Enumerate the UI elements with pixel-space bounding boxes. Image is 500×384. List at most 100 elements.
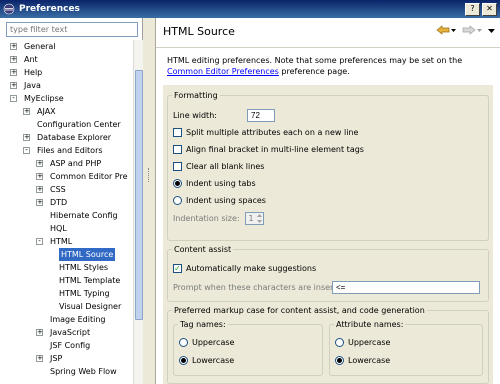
expand-icon[interactable]: + bbox=[36, 186, 43, 193]
attr-uppercase-option[interactable]: Uppercase bbox=[335, 336, 390, 349]
tree-item[interactable]: HTML Template bbox=[0, 274, 133, 287]
indent-tabs-option[interactable]: Indent using tabs bbox=[173, 177, 256, 190]
expand-icon[interactable]: + bbox=[10, 69, 17, 76]
tree-item[interactable]: + ASP and PHP bbox=[0, 157, 133, 170]
close-button[interactable]: ✕ bbox=[482, 2, 497, 16]
expand-icon[interactable]: + bbox=[10, 56, 17, 63]
indentation-size-spinner[interactable]: 1 bbox=[245, 212, 264, 225]
tree-item[interactable]: + Common Editor Pre bbox=[0, 170, 133, 183]
tree-item-label: JSF Config bbox=[50, 341, 91, 350]
window-title: Preferences bbox=[19, 4, 80, 14]
indentation-size-row: Indentation size: 1 bbox=[173, 212, 264, 225]
split-attributes-option[interactable]: Split multiple attributes each on a new … bbox=[173, 126, 358, 139]
radio-dot bbox=[337, 358, 342, 363]
line-width-input[interactable] bbox=[247, 109, 275, 122]
clear-blank-lines-checkbox[interactable] bbox=[173, 162, 182, 171]
tree-item-label: DTD bbox=[50, 198, 68, 207]
tree-item-label: Files and Editors bbox=[37, 146, 103, 155]
tree-item[interactable]: HTML Source bbox=[0, 248, 133, 261]
tree-item[interactable]: HTML Styles bbox=[0, 261, 133, 274]
tag-lowercase-radio[interactable] bbox=[179, 356, 188, 365]
tag-uppercase-option[interactable]: Uppercase bbox=[179, 336, 234, 349]
tree-item[interactable]: HTML Typing bbox=[0, 287, 133, 300]
align-bracket-option[interactable]: Align final bracket in multi-line elemen… bbox=[173, 143, 364, 156]
attr-lowercase-option[interactable]: Lowercase bbox=[335, 354, 390, 367]
tree-item-label: General bbox=[24, 42, 56, 51]
tree-item-label: Spring Web Flow bbox=[50, 367, 117, 376]
tree-item-label: HTML Typing bbox=[59, 289, 110, 298]
line-width-label: Line width: bbox=[173, 111, 217, 120]
description-suffix: preference page. bbox=[278, 67, 350, 76]
tree-item-label: Java bbox=[24, 81, 41, 90]
collapse-icon[interactable]: - bbox=[23, 147, 30, 154]
common-editor-preferences-link[interactable]: Common Editor Preferences bbox=[167, 67, 279, 76]
expand-icon[interactable]: + bbox=[36, 355, 43, 362]
tag-uppercase-radio[interactable] bbox=[179, 338, 188, 347]
tree-item[interactable]: + AJAX bbox=[0, 105, 133, 118]
tree-item[interactable]: - MyEclipse bbox=[0, 92, 133, 105]
forward-button[interactable] bbox=[462, 25, 482, 35]
expand-icon[interactable]: + bbox=[10, 43, 17, 50]
expand-icon[interactable]: + bbox=[23, 108, 30, 115]
expand-icon[interactable]: + bbox=[10, 82, 17, 89]
prompt-characters-input[interactable] bbox=[332, 281, 480, 294]
tree-item[interactable]: + DTD bbox=[0, 196, 133, 209]
tree-item[interactable]: - Files and Editors bbox=[0, 144, 133, 157]
expand-icon[interactable]: + bbox=[23, 134, 30, 141]
indent-spaces-radio[interactable] bbox=[173, 196, 182, 205]
tree-item[interactable]: + Ant bbox=[0, 53, 133, 66]
attr-lowercase-radio[interactable] bbox=[335, 356, 344, 365]
filter-input[interactable] bbox=[6, 22, 138, 37]
forward-dropdown-icon[interactable] bbox=[477, 25, 482, 35]
align-bracket-checkbox[interactable] bbox=[173, 145, 182, 154]
tree-item[interactable]: Image Editing bbox=[0, 313, 133, 326]
prompt-label: Prompt when these characters are inserte… bbox=[173, 283, 350, 292]
expand-icon[interactable]: + bbox=[36, 160, 43, 167]
auto-suggest-option[interactable]: ✓ Automatically make suggestions bbox=[173, 262, 316, 275]
tree-item[interactable]: + JavaScript bbox=[0, 326, 133, 339]
tree-scrollbar-thumb[interactable] bbox=[135, 70, 143, 320]
tree-item[interactable]: Configuration Center bbox=[0, 118, 133, 131]
split-attributes-checkbox[interactable] bbox=[173, 128, 182, 137]
view-menu-button[interactable] bbox=[488, 25, 495, 35]
pane-sash[interactable] bbox=[143, 18, 155, 384]
expand-icon[interactable]: + bbox=[36, 173, 43, 180]
tree-item[interactable]: Visual Designer bbox=[0, 300, 133, 313]
prompt-row: Prompt when these characters are inserte… bbox=[173, 281, 480, 294]
eclipse-app-icon bbox=[3, 3, 15, 15]
tree-item[interactable]: + Help bbox=[0, 66, 133, 79]
tree-item[interactable]: + JSP bbox=[0, 352, 133, 365]
spinner-arrows-icon[interactable] bbox=[256, 213, 263, 224]
radio-dot bbox=[181, 358, 186, 363]
help-button[interactable]: ? bbox=[465, 2, 480, 16]
tree-item[interactable]: + Java bbox=[0, 79, 133, 92]
tag-lowercase-option[interactable]: Lowercase bbox=[179, 354, 234, 367]
tree-item[interactable]: + CSS bbox=[0, 183, 133, 196]
tree-item-label: MyEclipse bbox=[24, 94, 64, 103]
tree-item[interactable]: JSF Config bbox=[0, 339, 133, 352]
history-nav bbox=[436, 25, 495, 35]
tree-item[interactable]: Hibernate Config bbox=[0, 209, 133, 222]
tree-item[interactable]: + Database Explorer bbox=[0, 131, 133, 144]
clear-blank-lines-option[interactable]: Clear all blank lines bbox=[173, 160, 264, 173]
tag-names-legend: Tag names: bbox=[180, 320, 226, 329]
back-button[interactable] bbox=[436, 25, 456, 35]
tree-item[interactable]: + General bbox=[0, 40, 133, 53]
tree-item[interactable]: Spring Web Flow bbox=[0, 365, 133, 378]
collapse-icon[interactable]: - bbox=[36, 238, 43, 245]
tree-item[interactable]: HQL bbox=[0, 222, 133, 235]
indent-tabs-radio[interactable] bbox=[173, 179, 182, 188]
attr-uppercase-radio[interactable] bbox=[335, 338, 344, 347]
tree-item[interactable]: - HTML bbox=[0, 235, 133, 248]
expand-icon[interactable]: + bbox=[36, 199, 43, 206]
tree-scrollbar[interactable] bbox=[133, 40, 143, 384]
indent-spaces-option[interactable]: Indent using spaces bbox=[173, 194, 266, 207]
expand-icon[interactable]: + bbox=[36, 329, 43, 336]
back-dropdown-icon[interactable] bbox=[451, 25, 456, 35]
description-text: HTML editing preferences. Note that some… bbox=[167, 56, 463, 65]
auto-suggest-label: Automatically make suggestions bbox=[186, 264, 317, 273]
auto-suggest-checkbox[interactable]: ✓ bbox=[173, 264, 182, 273]
collapse-icon[interactable]: - bbox=[10, 95, 17, 102]
radio-dot bbox=[175, 181, 180, 186]
page-header: HTML Source bbox=[156, 18, 500, 48]
